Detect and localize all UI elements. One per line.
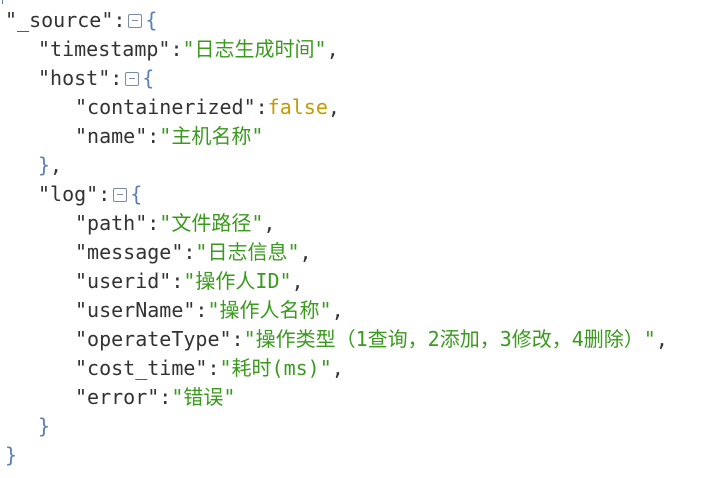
name-key: "name" (75, 124, 148, 148)
path-value: "文件路径" (159, 211, 264, 235)
source-key: "_source" (5, 8, 114, 32)
username-value: "操作人名称" (207, 298, 332, 322)
host-line: "host":{ (38, 66, 155, 90)
source-line: "_source":{ (5, 8, 158, 32)
containerized-value: false (267, 95, 328, 119)
open-brace: { (145, 8, 158, 32)
operatetype-key: "operateType" (75, 327, 232, 351)
timestamp-value: "日志生成时间" (182, 37, 327, 61)
log-line: "log":{ (38, 182, 143, 206)
costtime-line: "cost_time":"耗时(ms)", (75, 356, 344, 380)
log-key: "log" (38, 182, 99, 206)
message-value: "日志信息" (195, 240, 300, 264)
scroll-corner-mark (2, 0, 9, 4)
open-brace: { (142, 66, 155, 90)
message-key: "message" (75, 240, 184, 264)
error-value: "错误" (171, 385, 236, 409)
name-line: "name":"主机名称" (75, 124, 264, 148)
collapse-toggle-icon[interactable] (113, 187, 128, 202)
costtime-key: "cost_time" (75, 356, 208, 380)
host-close-line: }, (38, 153, 63, 177)
username-key: "userName" (75, 298, 196, 322)
operatetype-value: "操作类型（1查询，2添加，3修改，4删除）" (243, 327, 656, 351)
timestamp-key: "timestamp" (38, 37, 171, 61)
collapse-toggle-icon[interactable] (128, 13, 143, 28)
source-close-line: } (5, 441, 17, 470)
log-close-line: } (38, 412, 50, 441)
close-brace: } (38, 153, 51, 177)
userid-line: "userid":"操作人ID", (75, 269, 304, 293)
open-brace: { (130, 182, 143, 206)
error-line: "error":"错误" (75, 385, 236, 409)
userid-value: "操作人ID" (183, 269, 292, 293)
containerized-key: "containerized" (75, 95, 256, 119)
host-key: "host" (38, 66, 111, 90)
close-brace: } (38, 414, 51, 438)
username-line: "userName":"操作人名称", (75, 298, 344, 322)
path-key: "path" (75, 211, 148, 235)
json-viewer: "_source":{ "timestamp":"日志生成时间", "host"… (0, 0, 701, 478)
costtime-value: "耗时(ms)" (219, 356, 332, 380)
close-brace: } (5, 443, 18, 467)
userid-key: "userid" (75, 269, 172, 293)
path-line: "path":"文件路径", (75, 211, 276, 235)
error-key: "error" (75, 385, 160, 409)
name-value: "主机名称" (159, 124, 264, 148)
containerized-line: "containerized":false, (75, 95, 340, 119)
collapse-toggle-icon[interactable] (125, 71, 140, 86)
message-line: "message":"日志信息", (75, 240, 312, 264)
operatetype-line: "operateType":"操作类型（1查询，2添加，3修改，4删除）", (75, 327, 668, 351)
timestamp-line: "timestamp":"日志生成时间", (38, 37, 339, 61)
